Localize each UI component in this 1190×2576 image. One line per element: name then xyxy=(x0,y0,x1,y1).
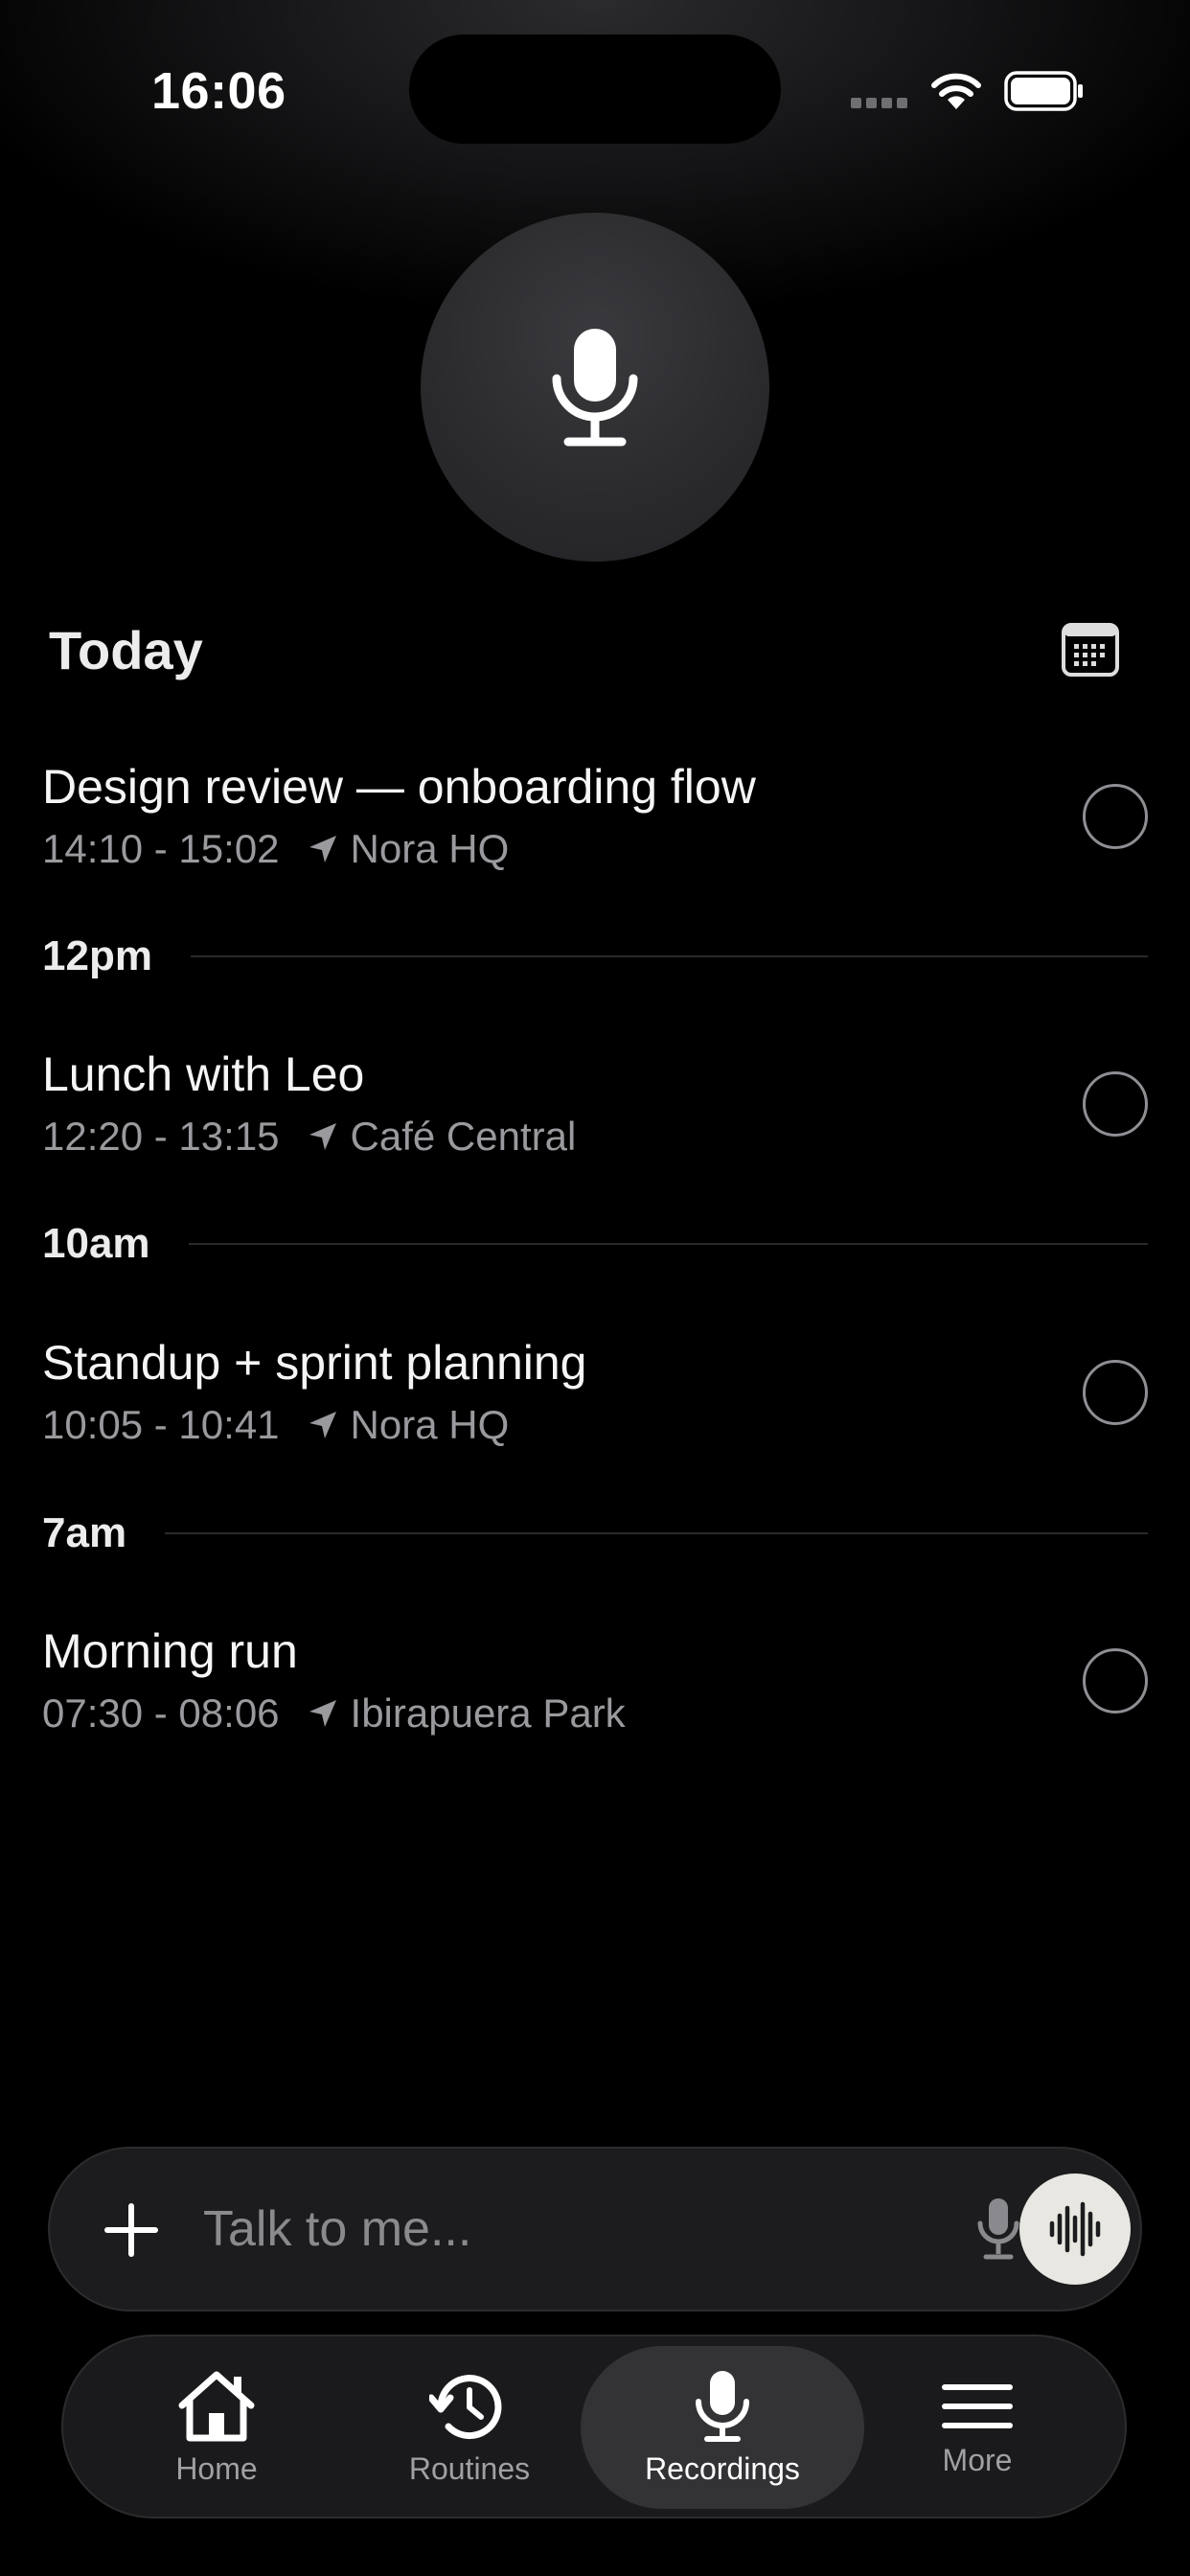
location-arrow-icon xyxy=(309,1412,336,1438)
divider xyxy=(165,1532,1148,1534)
history-icon xyxy=(429,2374,502,2439)
battery-icon xyxy=(1004,71,1083,111)
event-checkbox[interactable] xyxy=(1083,1360,1148,1425)
dynamic-island xyxy=(409,34,781,144)
event-checkbox[interactable] xyxy=(1083,784,1148,849)
microphone-icon xyxy=(552,329,638,447)
event-checkbox[interactable] xyxy=(1083,1648,1148,1714)
location-arrow-icon xyxy=(309,836,336,862)
location-arrow-icon xyxy=(309,1123,336,1150)
event-title: Morning run xyxy=(42,1624,298,1678)
wifi-icon xyxy=(931,73,981,109)
hour-label: 12pm xyxy=(42,932,152,979)
event-item[interactable]: Morning run 07:30 - 08:06 Ibirapuera Par… xyxy=(42,1623,1148,1758)
event-time: 14:10 - 15:02 xyxy=(42,826,280,871)
event-meta: 12:20 - 13:15 Café Central xyxy=(42,1114,576,1160)
event-location: Nora HQ xyxy=(350,826,510,871)
location-arrow-icon xyxy=(309,1700,336,1727)
record-button[interactable] xyxy=(421,213,769,562)
hour-separator: 12pm xyxy=(42,928,1148,985)
event-location: Café Central xyxy=(350,1114,577,1159)
event-title: Lunch with Leo xyxy=(42,1047,365,1101)
event-meta: 14:10 - 15:02 Nora HQ xyxy=(42,826,509,872)
event-meta: 10:05 - 10:41 Nora HQ xyxy=(42,1402,509,1448)
plus-icon[interactable] xyxy=(103,2202,159,2258)
tab-label: Routines xyxy=(408,2450,531,2486)
tab-label: Home xyxy=(175,2450,258,2486)
dictation-mic-icon[interactable] xyxy=(975,2196,1021,2262)
event-location: Ibirapuera Park xyxy=(350,1690,626,1736)
hour-separator: 10am xyxy=(42,1215,1148,1273)
event-item[interactable]: Lunch with Leo 12:20 - 13:15 Café Centra… xyxy=(42,1046,1148,1181)
event-item[interactable]: Standup + sprint planning 10:05 - 10:41 … xyxy=(42,1335,1148,1469)
tab-label: More xyxy=(942,2442,1013,2477)
menu-icon xyxy=(942,2383,1013,2428)
chat-input[interactable]: Talk to me... xyxy=(203,2200,471,2258)
section-title: Today xyxy=(49,620,203,680)
tab-more[interactable]: More xyxy=(881,2346,1073,2509)
hour-label: 7am xyxy=(42,1509,127,1556)
event-meta: 07:30 - 08:06 Ibirapuera Park xyxy=(42,1690,626,1736)
divider xyxy=(190,955,1148,957)
hour-separator: 7am xyxy=(42,1505,1148,1562)
calendar-icon[interactable] xyxy=(1062,623,1119,677)
event-time: 12:20 - 13:15 xyxy=(42,1114,280,1159)
tab-routines[interactable]: Routines xyxy=(374,2346,565,2509)
chat-input-bar: Talk to me... xyxy=(48,2147,1142,2312)
event-title: Standup + sprint planning xyxy=(42,1336,587,1390)
voice-mode-button[interactable] xyxy=(1019,2174,1131,2285)
status-time: 16:06 xyxy=(151,62,286,120)
event-checkbox[interactable] xyxy=(1083,1071,1148,1137)
microphone-icon xyxy=(696,2370,749,2442)
tab-bar: Home Routines Recordings More xyxy=(61,2334,1127,2518)
app-screen: 16:06 Today Design review — onboarding f xyxy=(0,0,1190,2576)
waveform-icon xyxy=(1049,2201,1101,2257)
event-location: Nora HQ xyxy=(350,1402,510,1447)
tab-home[interactable]: Home xyxy=(121,2346,312,2509)
event-item[interactable]: Design review — onboarding flow 14:10 - … xyxy=(42,759,1148,893)
event-title: Design review — onboarding flow xyxy=(42,760,756,814)
tab-label: Recordings xyxy=(645,2450,800,2486)
divider xyxy=(188,1243,1148,1245)
tab-recordings[interactable]: Recordings xyxy=(581,2346,864,2509)
event-time: 10:05 - 10:41 xyxy=(42,1402,280,1447)
cellular-signal-icon xyxy=(851,96,912,113)
event-time: 07:30 - 08:06 xyxy=(42,1690,280,1736)
hour-label: 10am xyxy=(42,1220,150,1267)
home-icon xyxy=(178,2371,255,2441)
